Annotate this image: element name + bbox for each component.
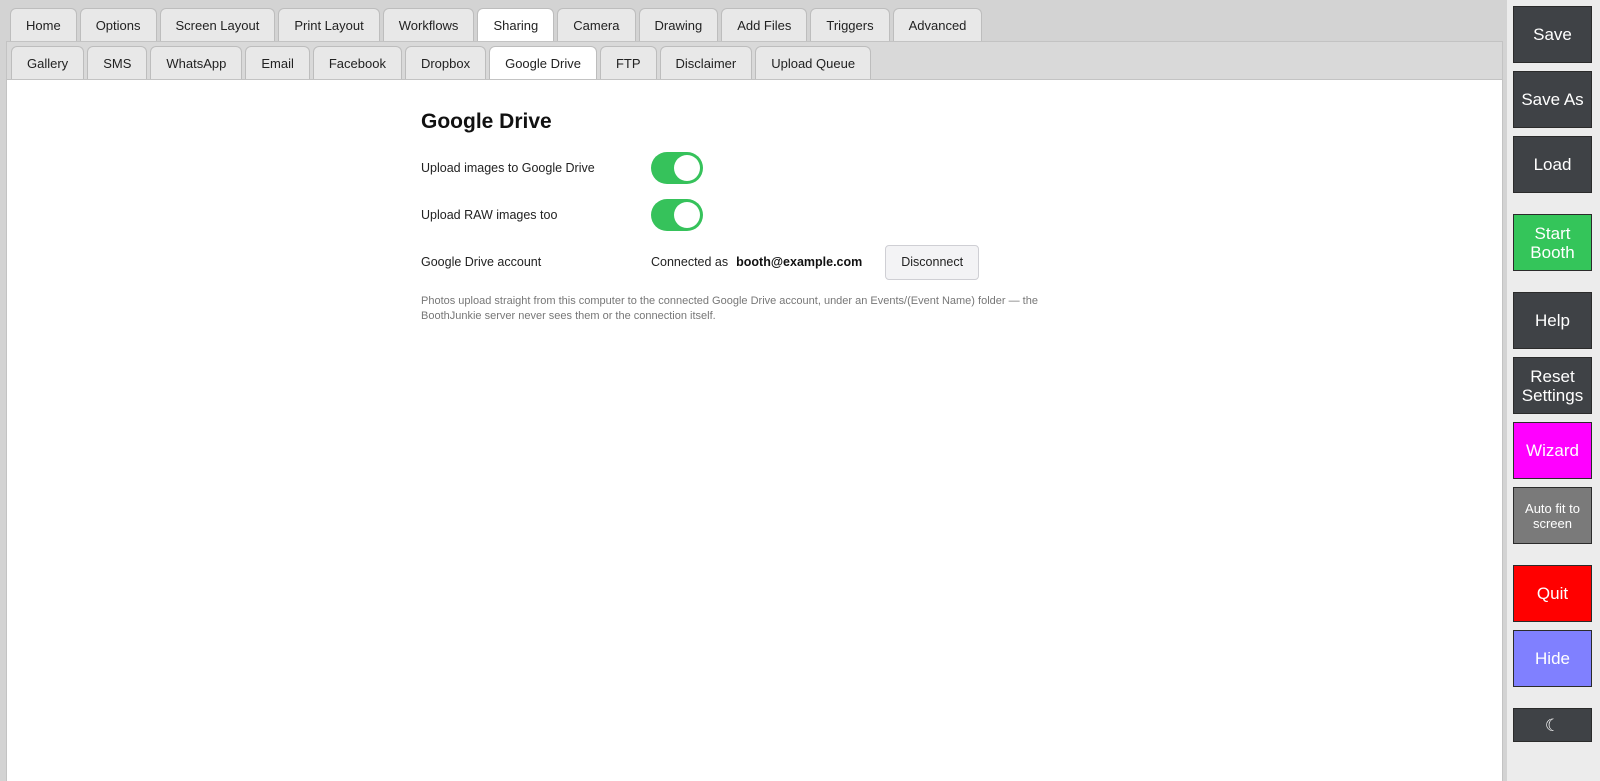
page-title: Google Drive bbox=[421, 110, 552, 133]
dark-mode-moon-icon[interactable]: ☾ bbox=[1513, 708, 1592, 742]
save-button[interactable]: Save bbox=[1513, 6, 1592, 63]
account-email: booth@example.com bbox=[736, 255, 863, 269]
google-drive-content: Google Drive Upload images to Google Dri… bbox=[7, 79, 1502, 781]
subtab-email[interactable]: Email bbox=[245, 46, 310, 80]
hide-button[interactable]: Hide bbox=[1513, 630, 1592, 687]
load-button[interactable]: Load bbox=[1513, 136, 1592, 193]
tab-home[interactable]: Home bbox=[10, 8, 77, 42]
subtab-disclaimer[interactable]: Disclaimer bbox=[659, 46, 753, 80]
tab-sharing[interactable]: Sharing bbox=[477, 8, 555, 42]
tab-screen-layout[interactable]: Screen Layout bbox=[159, 8, 276, 42]
subtab-google-drive[interactable]: Google Drive bbox=[489, 46, 597, 80]
side-action-bar: Save Save As Load Start Booth Help Reset… bbox=[1507, 0, 1600, 781]
account-row: Google Drive account Connected as booth@… bbox=[421, 242, 1101, 282]
tab-workflows[interactable]: Workflows bbox=[382, 8, 475, 42]
upload-images-label: Upload images to Google Drive bbox=[421, 161, 595, 175]
quit-button[interactable]: Quit bbox=[1513, 565, 1592, 622]
tab-camera[interactable]: Camera bbox=[557, 8, 636, 42]
upload-raw-toggle[interactable] bbox=[651, 199, 703, 231]
tab-triggers[interactable]: Triggers bbox=[810, 8, 890, 42]
help-button[interactable]: Help bbox=[1513, 292, 1592, 349]
subtab-whatsapp[interactable]: WhatsApp bbox=[150, 46, 243, 80]
info-note: Photos upload straight from this compute… bbox=[421, 295, 1038, 322]
google-drive-panel: Google Drive Upload images to Google Dri… bbox=[421, 110, 1101, 324]
sharing-tab-bar: Gallery SMS WhatsApp Email Facebook Drop… bbox=[11, 46, 872, 80]
upload-images-row: Upload images to Google Drive bbox=[421, 148, 1101, 188]
subtab-sms[interactable]: SMS bbox=[87, 46, 148, 80]
wizard-button[interactable]: Wizard bbox=[1513, 422, 1592, 479]
tab-options[interactable]: Options bbox=[79, 8, 157, 42]
save-as-button[interactable]: Save As bbox=[1513, 71, 1592, 128]
subtab-dropbox[interactable]: Dropbox bbox=[404, 46, 487, 80]
tab-add-files[interactable]: Add Files bbox=[721, 8, 808, 42]
tab-print-layout[interactable]: Print Layout bbox=[278, 8, 380, 42]
sharing-frame: Gallery SMS WhatsApp Email Facebook Drop… bbox=[6, 41, 1503, 781]
tab-advanced[interactable]: Advanced bbox=[892, 8, 983, 42]
toggle-knob bbox=[674, 202, 700, 228]
main-tab-bar: Home Options Screen Layout Print Layout … bbox=[10, 8, 983, 42]
subtab-gallery[interactable]: Gallery bbox=[11, 46, 85, 80]
subtab-ftp[interactable]: FTP bbox=[599, 46, 657, 80]
start-booth-button[interactable]: Start Booth bbox=[1513, 214, 1592, 271]
connected-as-label: Connected as bbox=[651, 255, 729, 269]
settings-area: Home Options Screen Layout Print Layout … bbox=[0, 0, 1507, 781]
upload-raw-row: Upload RAW images too bbox=[421, 195, 1101, 235]
disconnect-button[interactable]: Disconnect bbox=[885, 244, 980, 280]
subtab-upload-queue[interactable]: Upload Queue bbox=[755, 46, 872, 80]
upload-images-toggle[interactable] bbox=[651, 152, 703, 184]
upload-raw-label: Upload RAW images too bbox=[421, 208, 558, 222]
reset-settings-button[interactable]: Reset Settings bbox=[1513, 357, 1592, 414]
tab-drawing[interactable]: Drawing bbox=[638, 8, 719, 42]
subtab-facebook[interactable]: Facebook bbox=[312, 46, 402, 80]
auto-fit-button[interactable]: Auto fit to screen bbox=[1513, 487, 1592, 544]
account-label: Google Drive account bbox=[421, 255, 542, 269]
toggle-knob bbox=[674, 155, 700, 181]
